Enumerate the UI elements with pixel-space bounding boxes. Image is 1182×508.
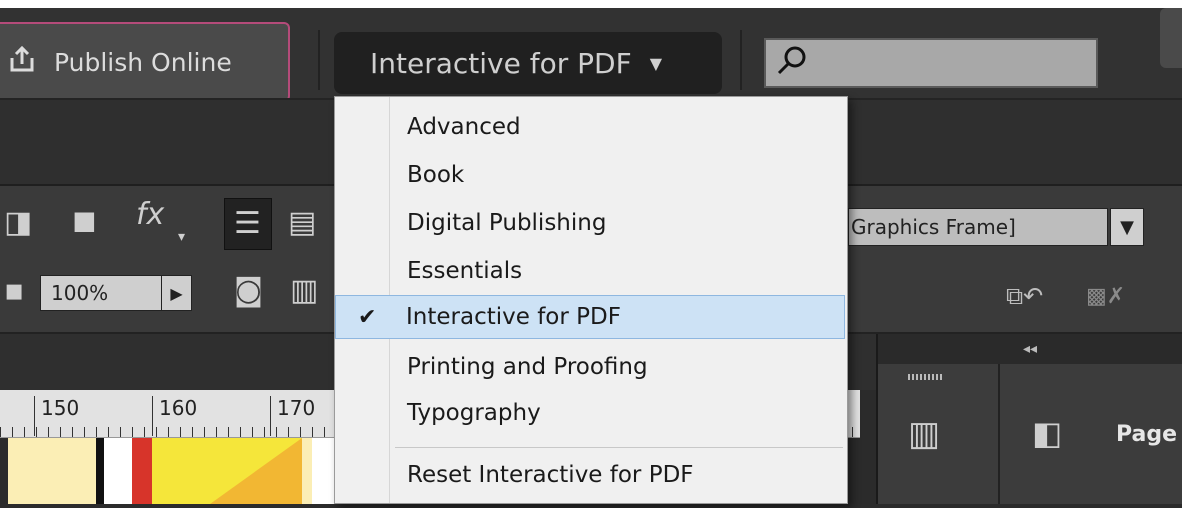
panel-tab[interactable] <box>1160 8 1182 68</box>
menu-item-label: Interactive for PDF <box>406 304 621 330</box>
toolbar-divider <box>740 30 742 90</box>
effects-icon[interactable]: fx <box>136 200 164 230</box>
panel-collapse-bar[interactable]: ◂◂ <box>876 334 1182 364</box>
pages-label: Page <box>1116 422 1178 447</box>
wrap-around-icon[interactable]: ◙ <box>234 276 263 306</box>
frame-fitting-icon[interactable]: ◨ <box>4 208 32 238</box>
checkmark-icon: ✔ <box>358 304 377 330</box>
publish-online-label: Publish Online <box>54 47 232 77</box>
align-button-active[interactable]: ☰ <box>224 198 272 250</box>
menu-item-label: Advanced <box>407 114 521 140</box>
menu-item-book[interactable]: Book <box>337 153 845 197</box>
menu-item-label: Reset Interactive for PDF <box>407 462 694 488</box>
menu-item-digital-publishing[interactable]: Digital Publishing <box>337 201 845 245</box>
object-style-value: Graphics Frame] <box>851 215 1016 239</box>
chevron-down-icon: ▼ <box>649 53 662 73</box>
object-style-dropdown[interactable]: ▼ <box>1110 208 1144 246</box>
menu-item-printing-and-proofing[interactable]: Printing and Proofing <box>337 345 845 389</box>
ruler-label: 150 <box>34 396 79 436</box>
object-style-field[interactable]: Graphics Frame] <box>848 208 1108 246</box>
grip-icon <box>908 374 942 380</box>
workspace-switcher-button[interactable]: Interactive for PDF ▼ <box>334 32 722 94</box>
opacity-arrow[interactable]: ▶ <box>162 275 192 311</box>
menu-item-essentials[interactable]: Essentials <box>337 249 845 293</box>
menu-item-interactive-for-pdf[interactable]: ✔ Interactive for PDF <box>335 295 845 339</box>
double-chevron-left-icon: ◂◂ <box>1022 341 1038 357</box>
pages-panel-tab[interactable]: ◧ Page <box>1000 364 1182 504</box>
chevron-down-icon: ▾ <box>178 229 186 245</box>
opacity-field[interactable]: 100% <box>40 275 162 311</box>
workspace-label: Interactive for PDF <box>370 46 632 80</box>
menu-item-label: Printing and Proofing <box>407 354 648 380</box>
drop-shadow-icon[interactable]: ◼ <box>72 206 97 236</box>
wrap-jump-icon[interactable]: ▥ <box>290 276 318 306</box>
break-link-icon[interactable]: ▩✗ <box>1086 284 1125 309</box>
clear-overrides-icon[interactable]: ⧉↶ <box>1006 282 1043 310</box>
toolbar-divider <box>318 30 320 90</box>
ruler-label: 170 <box>270 396 315 436</box>
menu-item-label: Book <box>407 162 465 188</box>
menu-item-label: Digital Publishing <box>407 210 607 236</box>
search-input[interactable] <box>764 38 1098 88</box>
menu-separator <box>395 447 843 448</box>
chevron-right-icon: ▶ <box>170 283 183 303</box>
menu-item-label: Typography <box>407 400 541 426</box>
search-icon <box>776 45 808 81</box>
libraries-icon: ▥ <box>908 414 941 454</box>
opacity-icon: ▪ <box>4 273 25 308</box>
opacity-value: 100% <box>51 281 109 305</box>
menu-item-typography[interactable]: Typography <box>337 391 845 435</box>
menu-item-label: Essentials <box>407 258 523 284</box>
chevron-down-icon: ▼ <box>1120 216 1134 238</box>
workspace-menu: Advanced Book Digital Publishing Essenti… <box>334 96 848 504</box>
menu-item-advanced[interactable]: Advanced <box>337 105 845 149</box>
menu-item-reset-workspace[interactable]: Reset Interactive for PDF <box>337 453 845 497</box>
ruler-label: 160 <box>152 396 197 436</box>
libraries-panel-dock[interactable]: ▥ <box>876 364 1000 504</box>
text-wrap-icon: ☰ <box>234 206 261 241</box>
pages-icon: ◧ <box>1032 414 1063 452</box>
publish-online-button[interactable]: Publish Online <box>0 22 290 102</box>
text-wrap-object-icon[interactable]: ▤ <box>288 208 316 238</box>
upload-icon <box>8 44 42 80</box>
